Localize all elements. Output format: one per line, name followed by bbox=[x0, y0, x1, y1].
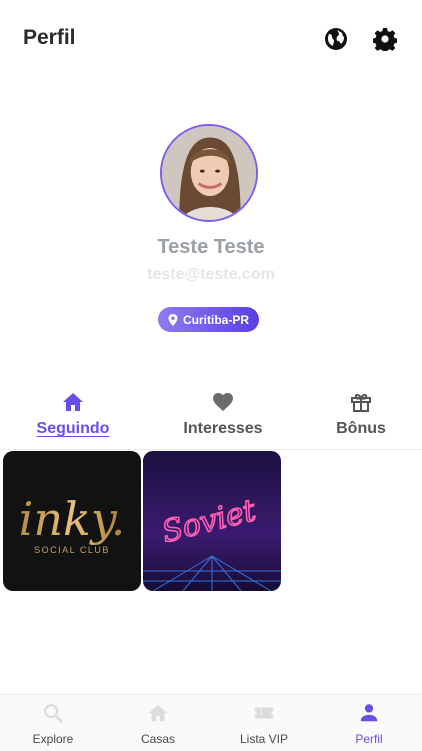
inky-logo-text: inky. bbox=[19, 492, 126, 546]
gear-icon[interactable] bbox=[373, 27, 397, 51]
heart-icon bbox=[213, 393, 233, 411]
tab-label: Interesses bbox=[183, 420, 263, 437]
location-badge[interactable]: Curitiba-PR bbox=[158, 307, 259, 332]
profile-email: teste@teste.com bbox=[147, 266, 275, 283]
nav-label: Explore bbox=[32, 732, 74, 746]
avatar[interactable] bbox=[160, 124, 258, 222]
home-icon bbox=[63, 393, 83, 411]
page-title: Perfil bbox=[23, 26, 76, 49]
nav-label: Perfil bbox=[355, 732, 383, 746]
ticket-icon bbox=[254, 707, 274, 719]
club-card-inky[interactable]: inky. SOCIAL CLUB bbox=[3, 451, 141, 591]
globe-icon[interactable] bbox=[324, 27, 348, 51]
person-icon bbox=[360, 704, 378, 722]
tab-label: Bônus bbox=[336, 420, 386, 437]
soviet-logo-text: Soviet bbox=[159, 493, 261, 550]
profile-name: Teste Teste bbox=[157, 236, 265, 258]
inky-logo: inky. SOCIAL CLUB bbox=[19, 492, 126, 555]
location-pin-icon bbox=[168, 313, 178, 326]
profile-tabs: Seguindo Interesses Bônus bbox=[0, 386, 422, 450]
tab-bonus[interactable]: Bônus bbox=[330, 386, 392, 450]
nav-lista-vip[interactable]: Lista VIP bbox=[224, 695, 304, 751]
nav-label: Lista VIP bbox=[239, 732, 289, 746]
tab-seguindo[interactable]: Seguindo bbox=[33, 386, 113, 450]
inky-logo-subtitle: SOCIAL CLUB bbox=[34, 545, 110, 555]
search-icon bbox=[44, 704, 63, 723]
header-bar: Perfil bbox=[0, 0, 422, 80]
soviet-logo: Soviet bbox=[143, 492, 281, 591]
tabs-divider bbox=[0, 449, 422, 450]
nav-explore[interactable]: Explore bbox=[13, 695, 93, 751]
avatar-photo bbox=[162, 126, 256, 220]
tab-interesses[interactable]: Interesses bbox=[172, 386, 274, 450]
bottom-nav: Explore Casas Lista VIP Perfil bbox=[0, 694, 422, 751]
club-card-soviet[interactable]: Soviet bbox=[143, 451, 281, 591]
nav-casas[interactable]: Casas bbox=[118, 695, 198, 751]
home-icon bbox=[148, 704, 168, 722]
gift-icon bbox=[351, 393, 371, 412]
location-label: Curitiba-PR bbox=[183, 312, 249, 327]
nav-label: Casas bbox=[140, 732, 175, 746]
nav-perfil[interactable]: Perfil bbox=[329, 695, 409, 751]
tab-label: Seguindo bbox=[36, 420, 110, 437]
